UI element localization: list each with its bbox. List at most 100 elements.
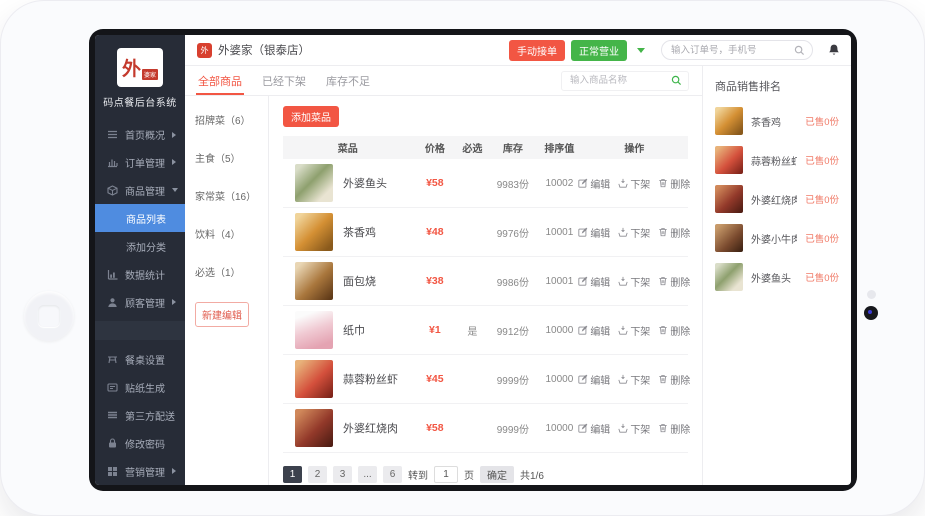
- sidebar-item-marketing[interactable]: 营销管理: [95, 457, 185, 485]
- header-actions: 操作: [581, 140, 688, 155]
- manual-order-button[interactable]: 手动接单: [509, 40, 565, 61]
- tab-all-products[interactable]: 全部商品: [198, 66, 242, 95]
- ranking-sold-count: 已售0份: [805, 153, 839, 167]
- off-shelf-button[interactable]: 下架: [618, 421, 650, 436]
- category-panel: 招牌菜（6） 主食（5） 家常菜（16） 饮料（4） 必选（1） 新建编辑: [185, 96, 269, 485]
- ranking-dish-name: 外婆小牛肉: [751, 231, 797, 246]
- off-shelf-button[interactable]: 下架: [618, 372, 650, 387]
- confirm-page-button[interactable]: 确定: [480, 466, 514, 483]
- header-required: 必选: [457, 140, 487, 155]
- edit-icon: [578, 276, 588, 286]
- dish-name: 外婆红烧肉: [343, 420, 398, 436]
- order-search-box: [661, 40, 813, 60]
- delete-button[interactable]: 删除: [658, 421, 690, 436]
- off-shelf-button[interactable]: 下架: [618, 323, 650, 338]
- sidebar-item-home[interactable]: 首页概况: [95, 121, 185, 149]
- sidebar: 外 婆家 码点餐后台系统 首页概况 订单管理 商品管理: [95, 35, 185, 485]
- header-sort: 排序值: [538, 140, 581, 155]
- sidebar-item-label: 营销管理: [125, 464, 165, 479]
- edit-button[interactable]: 编辑: [578, 274, 610, 289]
- sidebar-item-sticker-generate[interactable]: 贴纸生成: [95, 373, 185, 401]
- delete-button[interactable]: 删除: [658, 176, 690, 191]
- tab-low-stock[interactable]: 库存不足: [326, 66, 370, 95]
- status-chevron-down-icon[interactable]: [637, 48, 645, 53]
- off-shelf-icon: [618, 227, 628, 237]
- sidebar-divider: [95, 321, 185, 340]
- delete-button[interactable]: 删除: [658, 225, 690, 240]
- product-search-icon[interactable]: [671, 75, 682, 86]
- delete-button[interactable]: 删除: [658, 274, 690, 289]
- dish-name: 纸巾: [343, 322, 365, 338]
- delete-button[interactable]: 删除: [658, 372, 690, 387]
- category-item-drinks[interactable]: 饮料（4）: [195, 226, 258, 241]
- sidebar-item-customers[interactable]: 顾客管理: [95, 288, 185, 316]
- trash-icon: [658, 374, 668, 384]
- hamburger-icon: [107, 129, 118, 140]
- new-edit-button[interactable]: 新建编辑: [195, 302, 249, 327]
- table-row: 外婆鱼头 ¥58 9983份 10002 编辑 下架 删除: [283, 159, 688, 208]
- page-button-2[interactable]: 2: [308, 466, 327, 483]
- page-button-6[interactable]: 6: [383, 466, 402, 483]
- tablet-frame: 外 婆家 码点餐后台系统 首页概况 订单管理 商品管理: [0, 0, 925, 516]
- sidebar-item-third-party-delivery[interactable]: 第三方配送: [95, 401, 185, 429]
- sidebar-item-change-password[interactable]: 修改密码: [95, 429, 185, 457]
- table-row: 面包烧 ¥38 9986份 10001 编辑 下架 删除: [283, 257, 688, 306]
- store-name: 外婆家（银泰店）: [218, 42, 310, 58]
- edit-button[interactable]: 编辑: [578, 176, 610, 191]
- sidebar-item-products[interactable]: 商品管理: [95, 176, 185, 204]
- dish-image: [295, 262, 333, 300]
- chevron-down-icon: [172, 188, 178, 192]
- off-shelf-button[interactable]: 下架: [618, 225, 650, 240]
- edit-button[interactable]: 编辑: [578, 421, 610, 436]
- page-button-1[interactable]: 1: [283, 466, 302, 483]
- sidebar-item-add-category[interactable]: 添加分类: [95, 232, 185, 260]
- sidebar-item-label: 修改密码: [125, 436, 176, 451]
- category-item-staple[interactable]: 主食（5）: [195, 150, 258, 165]
- sidebar-item-statistics[interactable]: 数据统计: [95, 260, 185, 288]
- store-logo-icon: 外: [197, 43, 212, 58]
- tab-off-shelf[interactable]: 已经下架: [262, 66, 306, 95]
- center-panel: 全部商品 已经下架 库存不足 招牌菜（6） 主食（5）: [185, 66, 703, 485]
- dish-price: ¥58: [413, 177, 458, 189]
- dish-price: ¥45: [413, 373, 458, 385]
- category-item-required[interactable]: 必选（1）: [195, 264, 258, 279]
- dish-price: ¥48: [413, 226, 458, 238]
- edit-button[interactable]: 编辑: [578, 323, 610, 338]
- dish-sort-value: 10001: [538, 276, 581, 287]
- off-shelf-button[interactable]: 下架: [618, 274, 650, 289]
- category-item-signature[interactable]: 招牌菜（6）: [195, 112, 258, 127]
- dish-stock: 9999份: [488, 421, 539, 436]
- business-status-button[interactable]: 正常营业: [571, 40, 627, 61]
- delete-button[interactable]: 删除: [658, 323, 690, 338]
- sidebar-item-table-settings[interactable]: 餐桌设置: [95, 345, 185, 373]
- category-item-homestyle[interactable]: 家常菜（16）: [195, 188, 258, 203]
- ranking-dish-name: 蒜蓉粉丝虾: [751, 153, 797, 168]
- home-button[interactable]: [24, 291, 74, 341]
- edit-icon: [578, 423, 588, 433]
- brand-logo-seal: 婆家: [142, 69, 158, 80]
- sidebar-item-product-list[interactable]: 商品列表: [95, 204, 185, 232]
- header-price: 价格: [413, 140, 458, 155]
- off-shelf-icon: [618, 325, 628, 335]
- product-search-input[interactable]: [568, 74, 671, 87]
- header-dish: 菜品: [283, 140, 413, 155]
- notification-bell-icon[interactable]: [827, 43, 841, 57]
- sidebar-item-label: 顾客管理: [125, 295, 165, 310]
- off-shelf-button[interactable]: 下架: [618, 176, 650, 191]
- off-shelf-icon: [618, 374, 628, 384]
- dish-name: 茶香鸡: [343, 224, 376, 240]
- edit-button[interactable]: 编辑: [578, 225, 610, 240]
- order-search-input[interactable]: [669, 44, 794, 57]
- lock-icon: [107, 438, 118, 449]
- page-button-3[interactable]: 3: [333, 466, 352, 483]
- orders-icon: [107, 157, 118, 168]
- edit-button[interactable]: 编辑: [578, 372, 610, 387]
- search-icon[interactable]: [794, 45, 805, 56]
- sidebar-item-orders[interactable]: 订单管理: [95, 148, 185, 176]
- goto-page-input[interactable]: [434, 466, 458, 483]
- ranking-item: 蒜蓉粉丝虾 已售0份: [715, 146, 839, 174]
- person-icon: [107, 297, 118, 308]
- add-product-button[interactable]: 添加菜品: [283, 106, 339, 127]
- page-button-ellipsis[interactable]: ...: [358, 466, 377, 483]
- ranking-sold-count: 已售0份: [805, 231, 839, 245]
